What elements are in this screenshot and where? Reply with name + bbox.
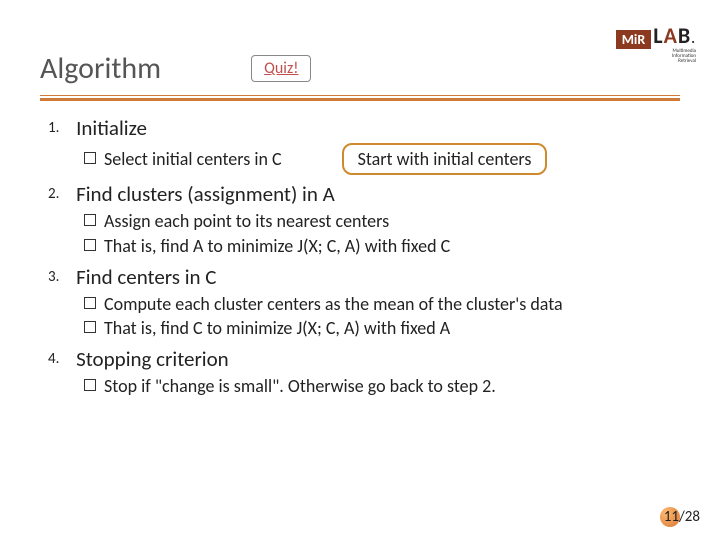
callout-box: Start with initial centers: [342, 143, 548, 175]
step-3: 3. Find centers in C Compute each cluste…: [48, 264, 680, 341]
step-bullet: Compute each cluster centers as the mean…: [104, 292, 563, 316]
page-title: Algorithm: [40, 50, 161, 87]
step-bullet: That is, find A to minimize J(X; C, A) w…: [104, 234, 450, 258]
checkbox-icon: [84, 321, 96, 333]
slide-content: 1. Initialize Select initial centers in …: [0, 101, 720, 399]
step-bullet: Select initial centers in C: [104, 147, 282, 171]
step-2: 2. Find clusters (assignment) in A Assig…: [48, 181, 680, 258]
quiz-link[interactable]: Quiz!: [251, 55, 311, 82]
step-bullet: Assign each point to its nearest centers: [104, 209, 389, 233]
checkbox-icon: [84, 239, 96, 251]
checkbox-icon: [84, 379, 96, 391]
step-bullet: That is, find C to minimize J(X; C, A) w…: [104, 316, 450, 340]
page-number: 11/28: [664, 508, 700, 526]
step-title: Stopping criterion: [76, 346, 229, 372]
step-number: 3.: [48, 268, 72, 286]
step-number: 4.: [48, 350, 72, 368]
step-title: Initialize: [76, 115, 147, 141]
checkbox-icon: [84, 152, 96, 164]
step-1: 1. Initialize Select initial centers in …: [48, 115, 680, 175]
step-title: Find clusters (assignment) in A: [76, 181, 335, 207]
step-number: 1.: [48, 119, 72, 137]
step-title: Find centers in C: [76, 264, 216, 290]
step-bullet: Stop if "change is small". Otherwise go …: [104, 374, 496, 398]
step-number: 2.: [48, 185, 72, 203]
step-4: 4. Stopping criterion Stop if "change is…: [48, 346, 680, 398]
header: Algorithm Quiz!: [0, 0, 720, 87]
checkbox-icon: [84, 297, 96, 309]
checkbox-icon: [84, 214, 96, 226]
